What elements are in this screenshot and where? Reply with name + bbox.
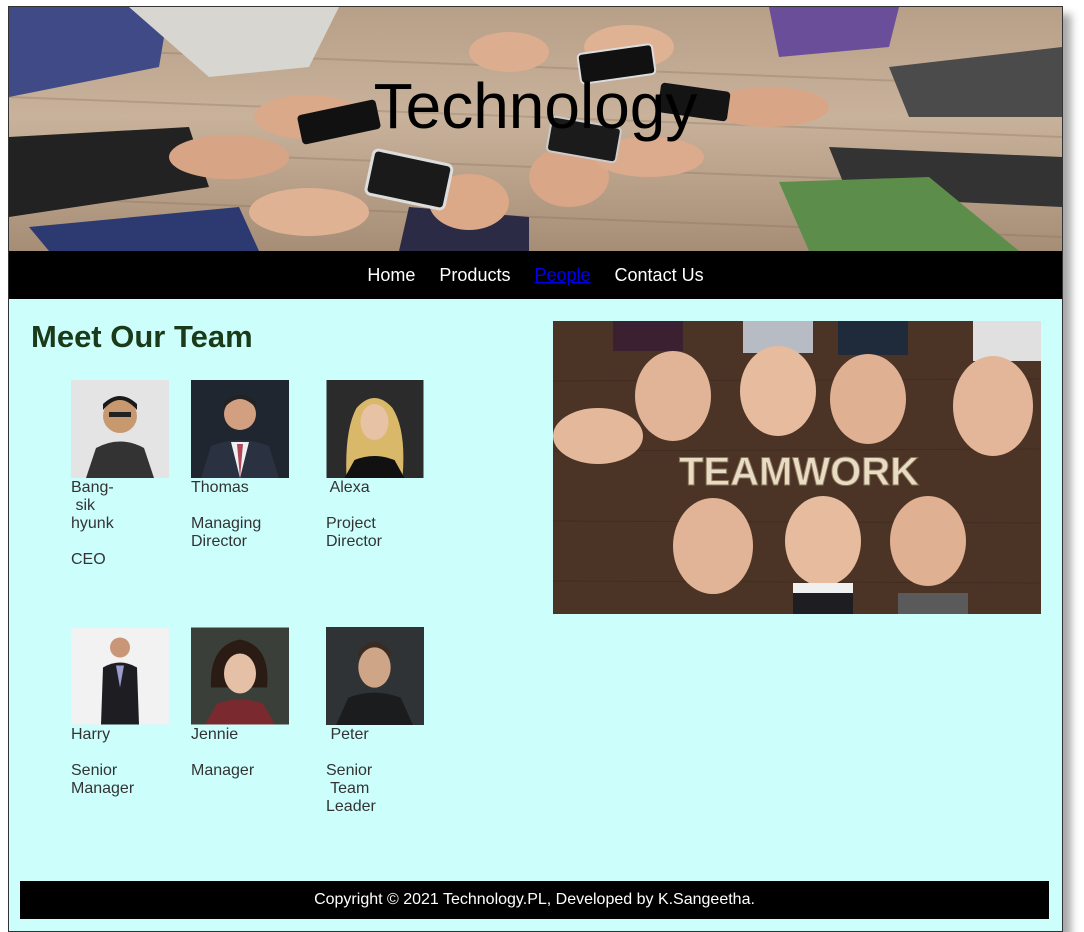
teamwork-hands-illustration: TEAMWORK bbox=[553, 321, 1041, 614]
team-member-role: Project Director bbox=[326, 515, 383, 550]
team-member-card: Alexa Project Director bbox=[326, 380, 424, 551]
nav-link-products[interactable]: Products bbox=[439, 265, 510, 286]
header-banner-image: Technology bbox=[9, 7, 1062, 251]
main-nav: Home Products People Contact Us bbox=[9, 251, 1062, 299]
team-member-role: CEO bbox=[71, 551, 106, 568]
team-member-card: Bang- sik hyunk CEO bbox=[71, 380, 169, 569]
page-heading: Meet Our Team bbox=[31, 319, 253, 354]
nav-link-contact-us[interactable]: Contact Us bbox=[615, 265, 704, 286]
page-container: Technology Home Products People Contact … bbox=[8, 6, 1063, 932]
team-member-role: Managing Director bbox=[191, 515, 262, 550]
page-footer: Copyright © 2021 Technology.PL, Develope… bbox=[20, 881, 1049, 919]
team-member-role: Senior Manager bbox=[71, 762, 135, 797]
team-member-card: Harry Senior Manager bbox=[71, 627, 169, 798]
team-member-name: Harry bbox=[71, 726, 111, 743]
team-member-photo bbox=[326, 380, 424, 478]
team-member-role: Manager bbox=[191, 762, 255, 779]
site-title: Technology bbox=[373, 70, 698, 142]
teamwork-image-text: TEAMWORK bbox=[679, 450, 919, 494]
team-member-name: Jennie bbox=[191, 726, 239, 743]
nav-link-home[interactable]: Home bbox=[367, 265, 415, 286]
team-member-name: Thomas bbox=[191, 479, 249, 496]
team-member-card: Jennie Manager bbox=[191, 627, 289, 780]
team-member-role: Senior Team Leader bbox=[326, 762, 376, 815]
team-member-photo bbox=[191, 380, 289, 478]
team-member-photo bbox=[71, 380, 169, 478]
team-member-photo bbox=[191, 627, 289, 725]
team-member-name: Alexa bbox=[326, 479, 370, 496]
team-member-name: Peter bbox=[326, 726, 369, 743]
teamwork-image: TEAMWORK bbox=[553, 321, 1041, 614]
team-member-card: Thomas Managing Director bbox=[191, 380, 289, 551]
nav-link-people[interactable]: People bbox=[534, 265, 590, 286]
team-member-card: Peter Senior Team Leader bbox=[326, 627, 424, 816]
team-member-photo bbox=[326, 627, 424, 725]
team-member-photo bbox=[71, 627, 169, 725]
team-member-name: Bang- sik hyunk bbox=[71, 479, 114, 532]
